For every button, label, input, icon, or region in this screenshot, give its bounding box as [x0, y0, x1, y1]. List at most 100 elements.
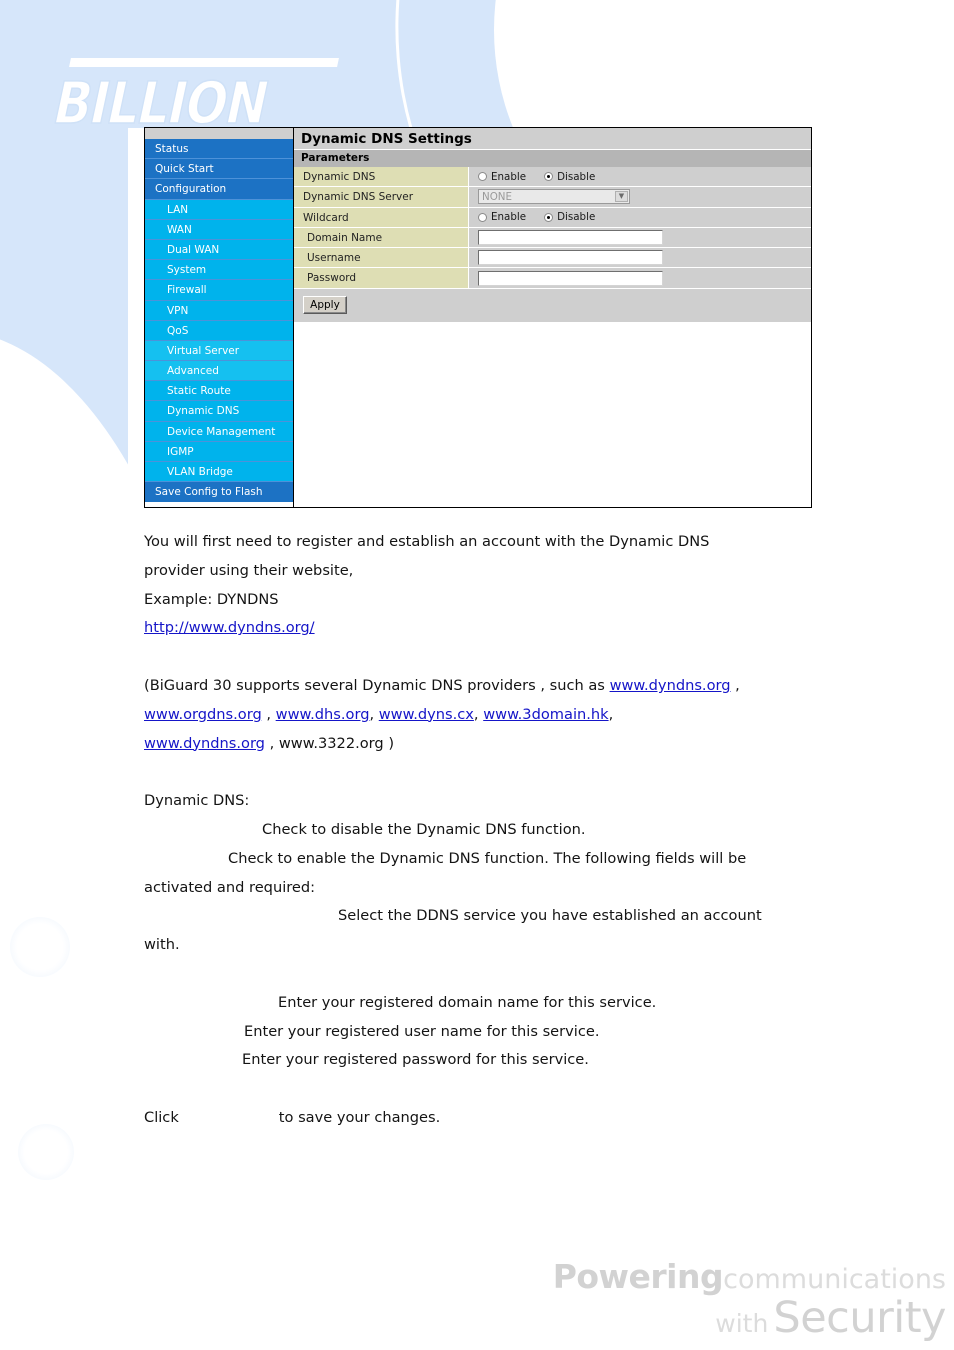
- link-dyndns-main-row: http://www.dyndns.org/: [0, 614, 954, 643]
- link-dyndns-2[interactable]: www.dyndns.org: [144, 735, 265, 752]
- providers-prefix-text: (BiGuard 30 supports several Dynamic DNS…: [144, 676, 610, 694]
- footer-with: with: [715, 1309, 769, 1338]
- footer-security: Security: [773, 1293, 946, 1343]
- desc-enable-continued: activated and required:: [144, 878, 316, 896]
- paragraph-providers-line1: (BiGuard 30 supports several Dynamic DNS…: [0, 672, 954, 701]
- sidebar-item-status[interactable]: Status: [145, 139, 293, 160]
- label-dynamic-dns-server: Dynamic DNS Server: [294, 187, 469, 207]
- router-ui-screenshot: Status Quick Start Configuration LAN WAN Dual…: [144, 127, 812, 508]
- radio-group-wildcard: Enable Disable: [478, 211, 613, 223]
- providers-sep-2: ,: [261, 705, 276, 723]
- sidebar-item-system[interactable]: System: [145, 260, 293, 281]
- sidebar-item-quick-start[interactable]: Quick Start: [145, 159, 293, 180]
- value-password: [469, 268, 811, 287]
- radio-dynamic-dns-disable[interactable]: Disable: [544, 171, 595, 183]
- value-username: [469, 248, 811, 267]
- footer-powering: Powering: [552, 1257, 724, 1296]
- providers-sep-1: ,: [730, 676, 740, 694]
- sidebar-item-static-route[interactable]: Static Route: [145, 381, 293, 402]
- section-header: Parameters: [294, 150, 811, 167]
- sidebar-item-dual-wan[interactable]: Dual WAN: [145, 239, 293, 261]
- router-content-area: Dynamic DNS Settings Parameters Dynamic …: [294, 128, 811, 507]
- radio-dot-icon: [478, 172, 487, 182]
- paragraph-providers-line3: www.dyndns.org , www.3322.org ): [0, 730, 954, 759]
- apply-button[interactable]: Apply: [303, 296, 347, 315]
- footer-communications: communications: [723, 1264, 946, 1295]
- desc-username: Enter your registered user name for this…: [244, 1022, 600, 1040]
- link-3domain-hk[interactable]: www.3domain.hk: [483, 706, 608, 723]
- sidebar-item-lan[interactable]: LAN: [145, 199, 293, 220]
- page-title: Dynamic DNS Settings: [294, 128, 811, 150]
- link-dyns-cx[interactable]: www.dyns.cx: [379, 706, 474, 723]
- value-dynamic-dns-server: NONE ▼: [469, 187, 811, 206]
- label-domain-name: Domain Name: [294, 227, 469, 248]
- paragraph-register-line1: You will first need to register and esta…: [144, 533, 710, 550]
- paragraph-example: Example: DYNDNS: [144, 590, 279, 608]
- row-password: Password: [294, 268, 811, 289]
- button-row: Apply: [294, 288, 811, 322]
- providers-sep-3: ,: [369, 705, 379, 723]
- radio-label: Enable: [491, 170, 527, 183]
- radio-label: Disable: [557, 211, 596, 224]
- label-password: Password: [294, 268, 469, 288]
- heading-dynamic-dns: Dynamic DNS:: [144, 792, 250, 810]
- sidebar-top-gap: [145, 128, 293, 139]
- paragraph-click-apply: Click to save your changes.: [0, 1104, 954, 1133]
- sidebar-item-configuration[interactable]: Configuration: [145, 179, 293, 200]
- desc-disable: Check to disable the Dynamic DNS functio…: [262, 820, 586, 838]
- sidebar-item-qos[interactable]: QoS: [145, 320, 293, 341]
- sidebar-item-vpn[interactable]: VPN: [145, 300, 293, 321]
- row-dynamic-dns-server: Dynamic DNS Server NONE ▼: [294, 187, 811, 208]
- sidebar-item-list: Status Quick Start Configuration LAN WAN Dual…: [145, 139, 293, 483]
- sidebar-item-igmp[interactable]: IGMP: [145, 441, 293, 462]
- sidebar-item-save-config-to-flash[interactable]: Save Config to Flash: [145, 482, 293, 503]
- sidebar-item-dynamic-dns[interactable]: Dynamic DNS: [145, 401, 293, 422]
- password-input[interactable]: [478, 270, 663, 286]
- desc-enable: Check to enable the Dynamic DNS function…: [228, 849, 747, 867]
- router-sidebar: Status Quick Start Configuration LAN WAN Dual…: [145, 128, 294, 507]
- document-body: You will first need to register and esta…: [0, 528, 954, 1133]
- left-bubble-bottom: [26, 1132, 66, 1172]
- select-value: NONE: [482, 190, 513, 203]
- footer-watermark: Poweringcommunications with Security: [553, 1260, 947, 1340]
- radio-wildcard-enable[interactable]: Enable: [478, 211, 526, 223]
- footer-line-2: with Security: [553, 1297, 946, 1340]
- billion-logo: BILLION: [47, 58, 352, 138]
- value-dynamic-dns: Enable Disable: [469, 167, 811, 186]
- footer-line-1: Poweringcommunications: [553, 1260, 946, 1293]
- desc-password: Enter your registered password for this …: [242, 1051, 589, 1069]
- radio-label: Disable: [557, 170, 596, 183]
- radio-wildcard-disable[interactable]: Disable: [544, 211, 595, 223]
- label-username: Username: [294, 248, 469, 268]
- radio-dynamic-dns-enable[interactable]: Enable: [478, 171, 526, 183]
- value-domain-name: [469, 228, 811, 247]
- label-dynamic-dns: Dynamic DNS: [294, 167, 469, 187]
- sidebar-item-virtual-server[interactable]: Virtual Server: [145, 340, 293, 362]
- radio-group-dynamic-dns: Enable Disable: [478, 171, 613, 183]
- sidebar-item-firewall[interactable]: Firewall: [145, 280, 293, 301]
- sidebar-item-vlan-bridge[interactable]: VLAN Bridge: [145, 462, 293, 483]
- link-dhs[interactable]: www.dhs.org: [276, 706, 370, 723]
- row-wildcard: Wildcard Enable Disable: [294, 207, 811, 228]
- dynamic-dns-server-select[interactable]: NONE ▼: [478, 189, 630, 205]
- link-dyndns-1[interactable]: www.dyndns.org: [610, 677, 731, 694]
- sidebar-item-device-management[interactable]: Device Management: [145, 421, 293, 442]
- label-wildcard: Wildcard: [294, 207, 469, 227]
- domain-name-input[interactable]: [478, 230, 663, 246]
- link-orgdns[interactable]: www.orgdns.org: [144, 706, 262, 723]
- desc-domain-name: Enter your registered domain name for th…: [278, 993, 657, 1011]
- sidebar-item-advanced[interactable]: Advanced: [145, 361, 293, 382]
- sidebar-item-wan[interactable]: WAN: [145, 219, 293, 240]
- radio-dot-selected-icon: [544, 212, 554, 222]
- username-input[interactable]: [478, 250, 663, 266]
- chevron-down-icon[interactable]: ▼: [615, 191, 628, 203]
- link-dyndns-main[interactable]: http://www.dyndns.org/: [144, 619, 315, 636]
- desc-ddns-server: Select the DDNS service you have establi…: [338, 907, 762, 925]
- paragraph-providers-line2: www.orgdns.org , www.dhs.org, www.dyns.c…: [0, 701, 954, 730]
- click-suffix-text: to save your changes.: [278, 1108, 441, 1126]
- click-prefix-text: Click: [144, 1108, 179, 1126]
